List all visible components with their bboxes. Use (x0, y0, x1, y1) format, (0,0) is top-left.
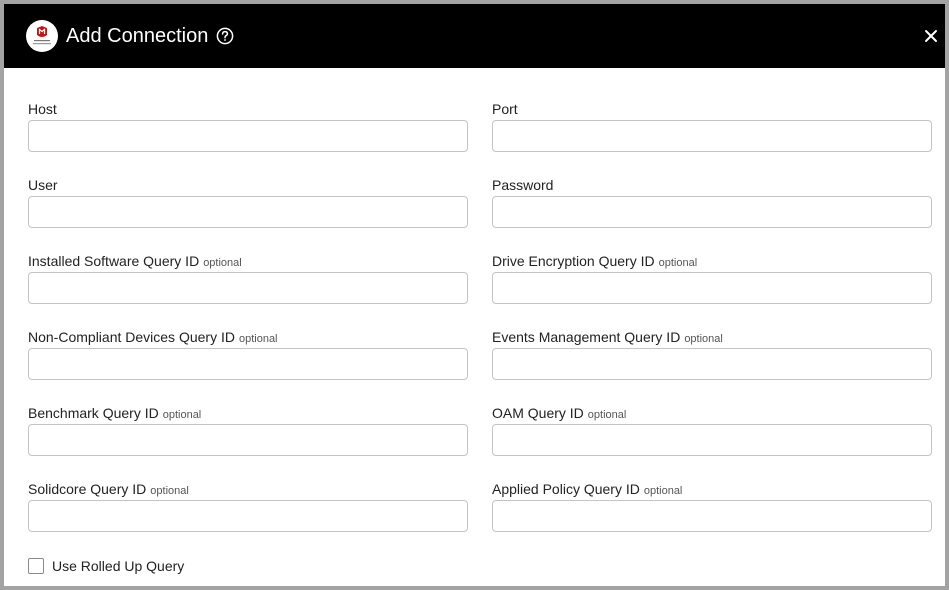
optional-tag: optional (238, 333, 278, 345)
benchmark-query-label: Benchmark Query ID optional (28, 405, 202, 421)
optional-tag: optional (684, 333, 723, 345)
use-rolled-up-query-checkbox[interactable] (28, 558, 44, 574)
optional-tag: optional (587, 409, 627, 421)
non-compliant-devices-query-input[interactable] (28, 348, 468, 380)
solidcore-query-label: Solidcore Query ID optional (28, 481, 189, 497)
events-management-query-label: Events Management Query ID optional (492, 329, 723, 345)
user-input[interactable] (28, 196, 468, 228)
dialog-title: Add Connection (66, 25, 209, 47)
events-management-query-input[interactable] (492, 348, 932, 380)
password-label: Password (492, 177, 554, 193)
installed-software-query-label: Installed Software Query ID optional (28, 253, 242, 269)
user-label: User (28, 177, 58, 193)
help-circle-icon[interactable] (216, 27, 234, 45)
port-label: Port (492, 101, 518, 117)
non-compliant-devices-query-label: Non-Compliant Devices Query ID optional (28, 329, 278, 345)
dialog-header: Add Connection (4, 4, 945, 68)
drive-encryption-query-input[interactable] (492, 272, 932, 304)
oam-query-input[interactable] (492, 424, 932, 456)
benchmark-query-input[interactable] (28, 424, 468, 456)
drive-encryption-query-label: Drive Encryption Query ID optional (492, 253, 698, 269)
installed-software-query-input[interactable] (28, 272, 468, 304)
optional-tag: optional (203, 257, 242, 269)
oam-query-label: OAM Query ID optional (492, 405, 627, 421)
applied-policy-query-label: Applied Policy Query ID optional (492, 481, 683, 497)
use-rolled-up-query-label[interactable]: Use Rolled Up Query (52, 557, 184, 575)
add-connection-dialog: Add Connection Host Port User Password I… (0, 0, 949, 590)
close-icon[interactable] (921, 26, 941, 46)
epo-logo (26, 20, 58, 52)
optional-tag: optional (162, 409, 202, 421)
password-input[interactable] (492, 196, 932, 228)
optional-tag: optional (150, 485, 189, 497)
applied-policy-query-input[interactable] (492, 500, 932, 532)
host-input[interactable] (28, 120, 468, 152)
port-input[interactable] (492, 120, 932, 152)
host-label: Host (28, 101, 57, 117)
optional-tag: optional (643, 485, 683, 497)
optional-tag: optional (658, 257, 698, 269)
solidcore-query-input[interactable] (28, 500, 468, 532)
